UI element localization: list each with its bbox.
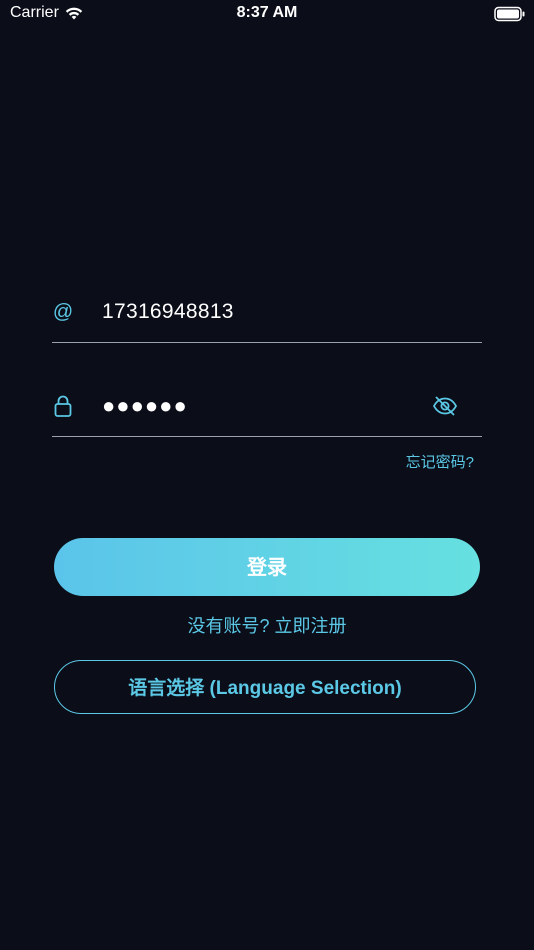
clock: 8:37 AM bbox=[236, 4, 298, 21]
battery-icon bbox=[494, 6, 525, 22]
password-field[interactable]: ●●●●●● bbox=[52, 386, 482, 437]
login-button[interactable]: 登录 bbox=[54, 538, 480, 596]
eye-slash-icon[interactable] bbox=[432, 394, 458, 418]
language-selection-button[interactable]: 语言选择 (Language Selection) bbox=[54, 660, 476, 714]
lock-icon bbox=[54, 395, 72, 417]
phone-input-value[interactable]: 17316948813 bbox=[102, 298, 234, 326]
status-bar: Carrier 8:37 AM bbox=[0, 0, 534, 28]
phone-field[interactable]: @ 17316948813 bbox=[52, 292, 482, 343]
register-link[interactable]: 没有账号? 立即注册 bbox=[0, 612, 534, 638]
at-icon: @ bbox=[52, 301, 74, 323]
password-input-value[interactable]: ●●●●●● bbox=[102, 392, 188, 420]
forgot-password-link[interactable]: 忘记密码? bbox=[406, 451, 474, 472]
